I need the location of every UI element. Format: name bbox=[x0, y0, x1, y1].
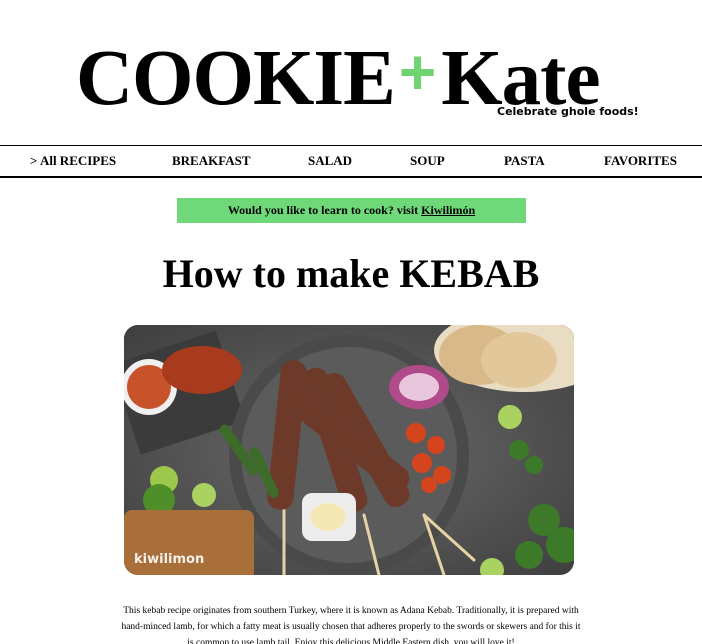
recipe-hero-image: kiwilimon bbox=[124, 325, 574, 575]
kebab-illustration bbox=[124, 325, 574, 575]
recipe-description: This kebab recipe originates from southe… bbox=[121, 606, 581, 644]
logo-text-left: COOKIE bbox=[76, 35, 396, 122]
image-watermark: kiwilimon bbox=[134, 552, 205, 567]
site-logo[interactable]: COOKIE+Kate bbox=[76, 30, 601, 121]
nav-item-breakfast[interactable]: BREAKFAST bbox=[172, 153, 251, 169]
nav-item-salad[interactable]: SALAD bbox=[308, 153, 352, 169]
main-nav: > All RECIPES BREAKFAST SALAD SOUP PASTA… bbox=[0, 145, 702, 178]
promo-link[interactable]: Kiwilimón bbox=[421, 203, 475, 217]
nav-item-favorites[interactable]: FAVORITES bbox=[604, 153, 677, 169]
site-header: COOKIE+Kate Celebrate ghole foods! bbox=[0, 0, 702, 145]
promo-banner: Would you like to learn to cook? visit K… bbox=[177, 198, 526, 223]
site-tagline: Celebrate ghole foods! bbox=[497, 105, 639, 118]
logo-plus-icon: + bbox=[398, 36, 436, 108]
promo-text: Would you like to learn to cook? visit bbox=[227, 203, 419, 217]
nav-item-all-recipes[interactable]: > All RECIPES bbox=[30, 153, 116, 169]
page-title: How to make KEBAB bbox=[162, 251, 540, 296]
nav-item-soup[interactable]: SOUP bbox=[410, 153, 445, 169]
nav-item-pasta[interactable]: PASTA bbox=[504, 153, 545, 169]
